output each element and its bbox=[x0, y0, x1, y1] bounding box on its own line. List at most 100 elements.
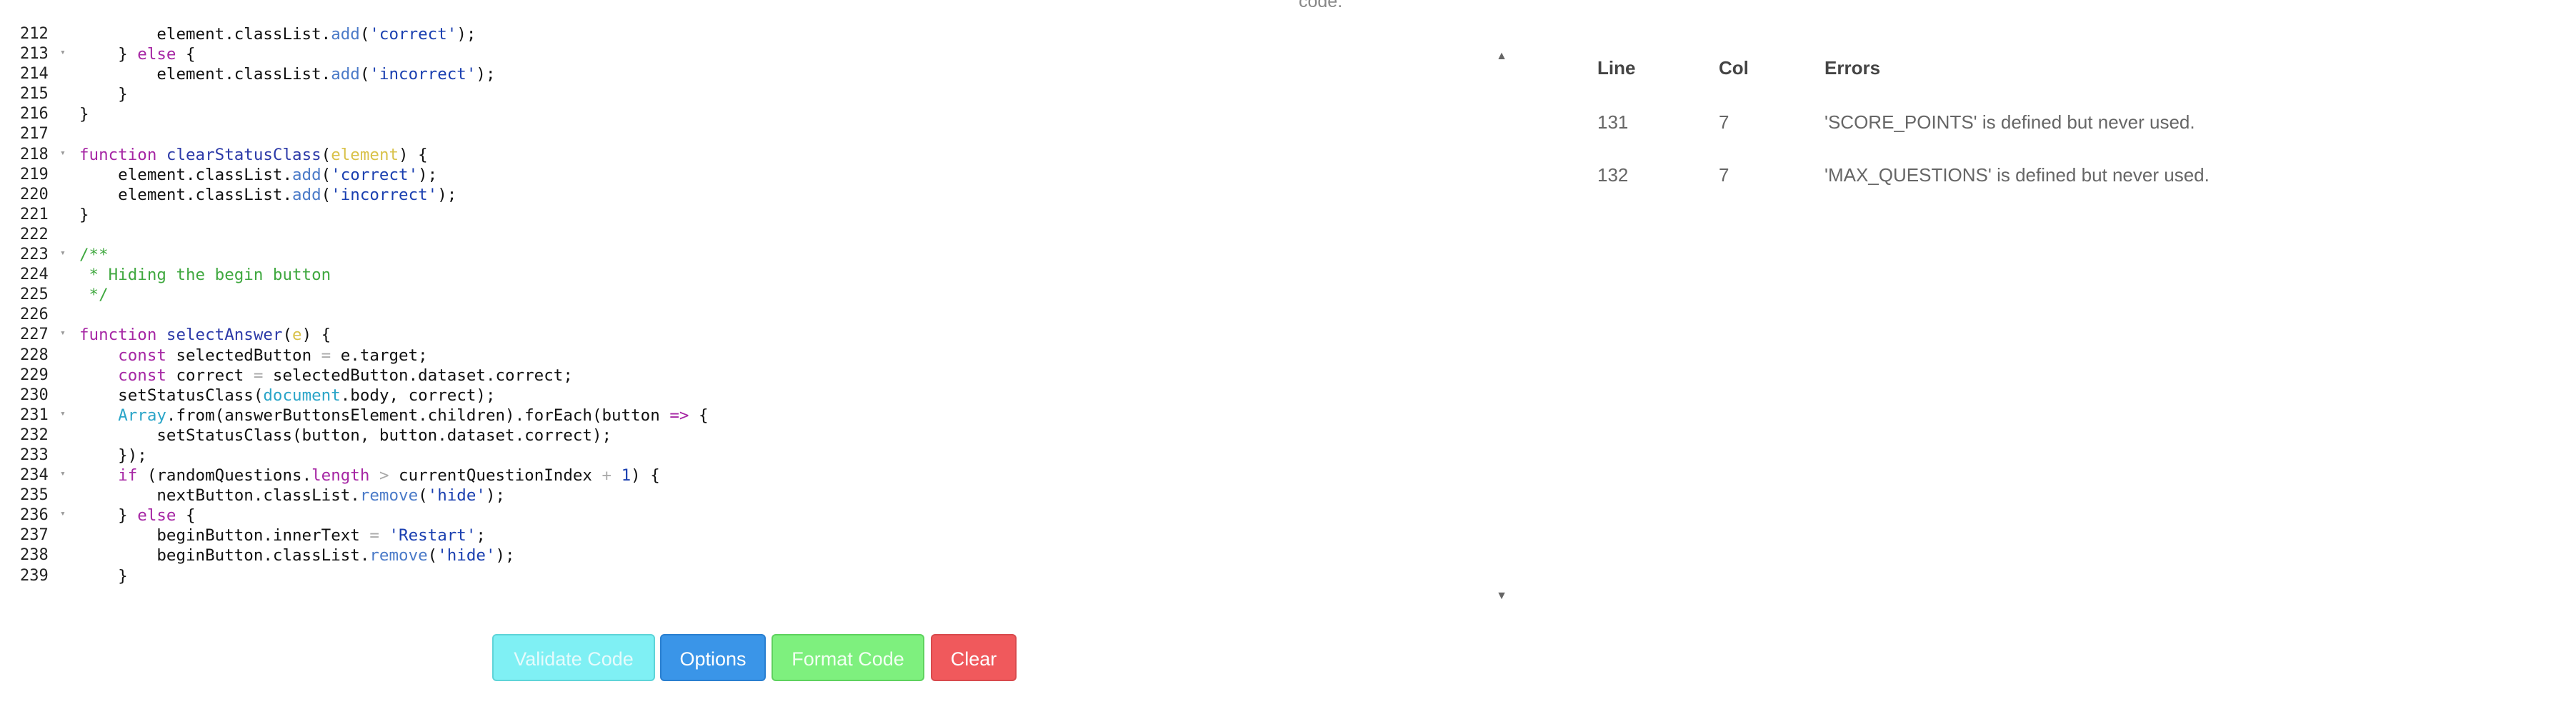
code-token: = bbox=[321, 346, 331, 365]
code-line[interactable]: 227 ▾ function selectAnswer(e) { bbox=[0, 325, 1536, 345]
code-line[interactable]: 228 const selectedButton = e.target; bbox=[0, 346, 1536, 366]
code-line[interactable]: 233 }); bbox=[0, 446, 1536, 466]
clear-button[interactable]: Clear bbox=[931, 634, 1017, 681]
fold-arrow-icon[interactable]: ▾ bbox=[60, 43, 66, 63]
code-token: remove bbox=[369, 546, 428, 565]
fold-arrow-icon[interactable]: ▾ bbox=[60, 404, 66, 424]
code-token: } bbox=[79, 205, 89, 224]
code-line[interactable]: 238 beginButton.classList.remove('hide')… bbox=[0, 545, 1536, 565]
code-token: const bbox=[118, 346, 166, 365]
fold-arrow-icon[interactable]: ▾ bbox=[60, 243, 66, 263]
code-text: beginButton.innerText = 'Restart'; bbox=[79, 526, 486, 545]
code-token: selectAnswer bbox=[166, 326, 283, 345]
code-text: element.classList.add('incorrect'); bbox=[79, 64, 496, 84]
code-token: { bbox=[689, 406, 709, 425]
code-token: ( bbox=[282, 326, 293, 345]
code-editor[interactable]: 212 element.classList.add('correct'); 213… bbox=[0, 24, 1536, 618]
code-token: beginButton.innerText bbox=[79, 526, 370, 545]
error-row-2-line: 132 bbox=[1597, 164, 1629, 186]
code-token: => bbox=[669, 406, 689, 425]
code-line[interactable]: 232 setStatusClass(button, button.datase… bbox=[0, 426, 1536, 446]
code-text: Array.from(answerButtonsElement.children… bbox=[79, 406, 709, 426]
fold-arrow-icon[interactable]: ▾ bbox=[60, 144, 66, 164]
code-line[interactable]: 218 ▾ function clearStatusClass(element) { bbox=[0, 145, 1536, 165]
code-line[interactable]: 221} bbox=[0, 205, 1536, 225]
code-line[interactable]: 223 ▾ /** bbox=[0, 245, 1536, 265]
line-number: 217 bbox=[20, 125, 49, 144]
line-number: 238 bbox=[20, 546, 49, 565]
code-line[interactable]: 237 beginButton.innerText = 'Restart'; bbox=[0, 526, 1536, 545]
fold-arrow-icon[interactable]: ▾ bbox=[60, 323, 66, 343]
code-token: function bbox=[79, 326, 157, 345]
code-token: ( bbox=[359, 65, 370, 84]
scroll-down-icon[interactable]: ▼ bbox=[1493, 590, 1510, 603]
code-line[interactable]: 220 element.classList.add('incorrect'); bbox=[0, 185, 1536, 205]
header-line: Line bbox=[1597, 57, 1636, 79]
code-line[interactable]: 215 } bbox=[0, 84, 1536, 104]
code-line[interactable]: 216} bbox=[0, 104, 1536, 124]
code-line[interactable]: 213 ▾ } else { bbox=[0, 44, 1536, 64]
code-token: e.target; bbox=[331, 346, 428, 365]
code-token: ); bbox=[476, 65, 496, 84]
code-text: function clearStatusClass(element) { bbox=[79, 145, 428, 165]
line-number: 224 bbox=[20, 266, 49, 284]
code-text: element.classList.add('incorrect'); bbox=[79, 185, 456, 205]
code-text: beginButton.classList.remove('hide'); bbox=[79, 545, 514, 565]
code-token: add bbox=[331, 65, 360, 84]
code-line[interactable]: 236 ▾ } else { bbox=[0, 506, 1536, 526]
fold-arrow-icon[interactable]: ▾ bbox=[60, 464, 66, 484]
code-token: } bbox=[79, 85, 128, 104]
code-line[interactable]: 212 element.classList.add('correct'); bbox=[0, 24, 1536, 44]
code-token: > bbox=[379, 466, 389, 486]
code-line[interactable]: 239 } bbox=[0, 566, 1536, 586]
code-line[interactable]: 217 bbox=[0, 124, 1536, 144]
code-token: ); bbox=[418, 165, 438, 184]
code-token: ; bbox=[476, 526, 486, 545]
code-text: setStatusClass(document.body, correct); bbox=[79, 386, 495, 406]
code-line[interactable]: 230 setStatusClass(document.body, correc… bbox=[0, 386, 1536, 406]
code-token: beginButton.classList. bbox=[79, 546, 370, 565]
line-number: 225 bbox=[20, 286, 49, 304]
code-token: ); bbox=[485, 486, 506, 506]
code-line[interactable]: 235 nextButton.classList.remove('hide'); bbox=[0, 486, 1536, 506]
code-token: ); bbox=[456, 25, 476, 44]
code-text: nextButton.classList.remove('hide'); bbox=[79, 486, 505, 506]
code-line[interactable]: 224 * Hiding the begin button bbox=[0, 265, 1536, 285]
code-token: add bbox=[331, 25, 360, 44]
code-text: const correct = selectedButton.dataset.c… bbox=[79, 366, 573, 386]
code-line[interactable]: 219 element.classList.add('correct'); bbox=[0, 165, 1536, 185]
options-button[interactable]: Options bbox=[660, 634, 766, 681]
validate-code-button[interactable]: Validate Code bbox=[492, 634, 655, 681]
header-col: Col bbox=[1719, 57, 1749, 79]
code-line[interactable]: 229 const correct = selectedButton.datas… bbox=[0, 366, 1536, 386]
line-number: 215 bbox=[20, 85, 49, 104]
code-line[interactable]: 234 ▾ if (randomQuestions.length > curren… bbox=[0, 466, 1536, 486]
scroll-up-icon[interactable]: ▲ bbox=[1493, 50, 1510, 63]
code-text: } bbox=[79, 84, 128, 104]
code-token: (randomQuestions. bbox=[137, 466, 312, 486]
code-line[interactable]: 225 */ bbox=[0, 285, 1536, 305]
code-token: e bbox=[292, 326, 302, 345]
error-row-1-col: 7 bbox=[1719, 111, 1729, 133]
code-line[interactable]: 222 bbox=[0, 225, 1536, 245]
code-text: }); bbox=[79, 446, 147, 466]
line-number: 227 bbox=[20, 326, 49, 344]
code-text: } else { bbox=[79, 44, 195, 64]
code-token: + bbox=[601, 466, 612, 486]
code-text: if (randomQuestions.length > currentQues… bbox=[79, 466, 660, 486]
code-line[interactable]: 231 ▾ Array.from(answerButtonsElement.chi… bbox=[0, 406, 1536, 426]
fold-arrow-icon[interactable]: ▾ bbox=[60, 504, 66, 524]
code-text: const selectedButton = e.target; bbox=[79, 346, 428, 366]
code-line[interactable]: 226 bbox=[0, 305, 1536, 325]
code-token: = bbox=[253, 366, 264, 385]
format-code-button[interactable]: Format Code bbox=[772, 634, 924, 681]
line-number: 237 bbox=[20, 526, 49, 545]
code-token: * Hiding the begin button bbox=[79, 266, 331, 285]
line-number: 221 bbox=[20, 205, 49, 223]
error-row-1-line: 131 bbox=[1597, 111, 1629, 133]
code-line[interactable]: 214 element.classList.add('incorrect'); bbox=[0, 64, 1536, 84]
code-token: */ bbox=[79, 286, 109, 305]
